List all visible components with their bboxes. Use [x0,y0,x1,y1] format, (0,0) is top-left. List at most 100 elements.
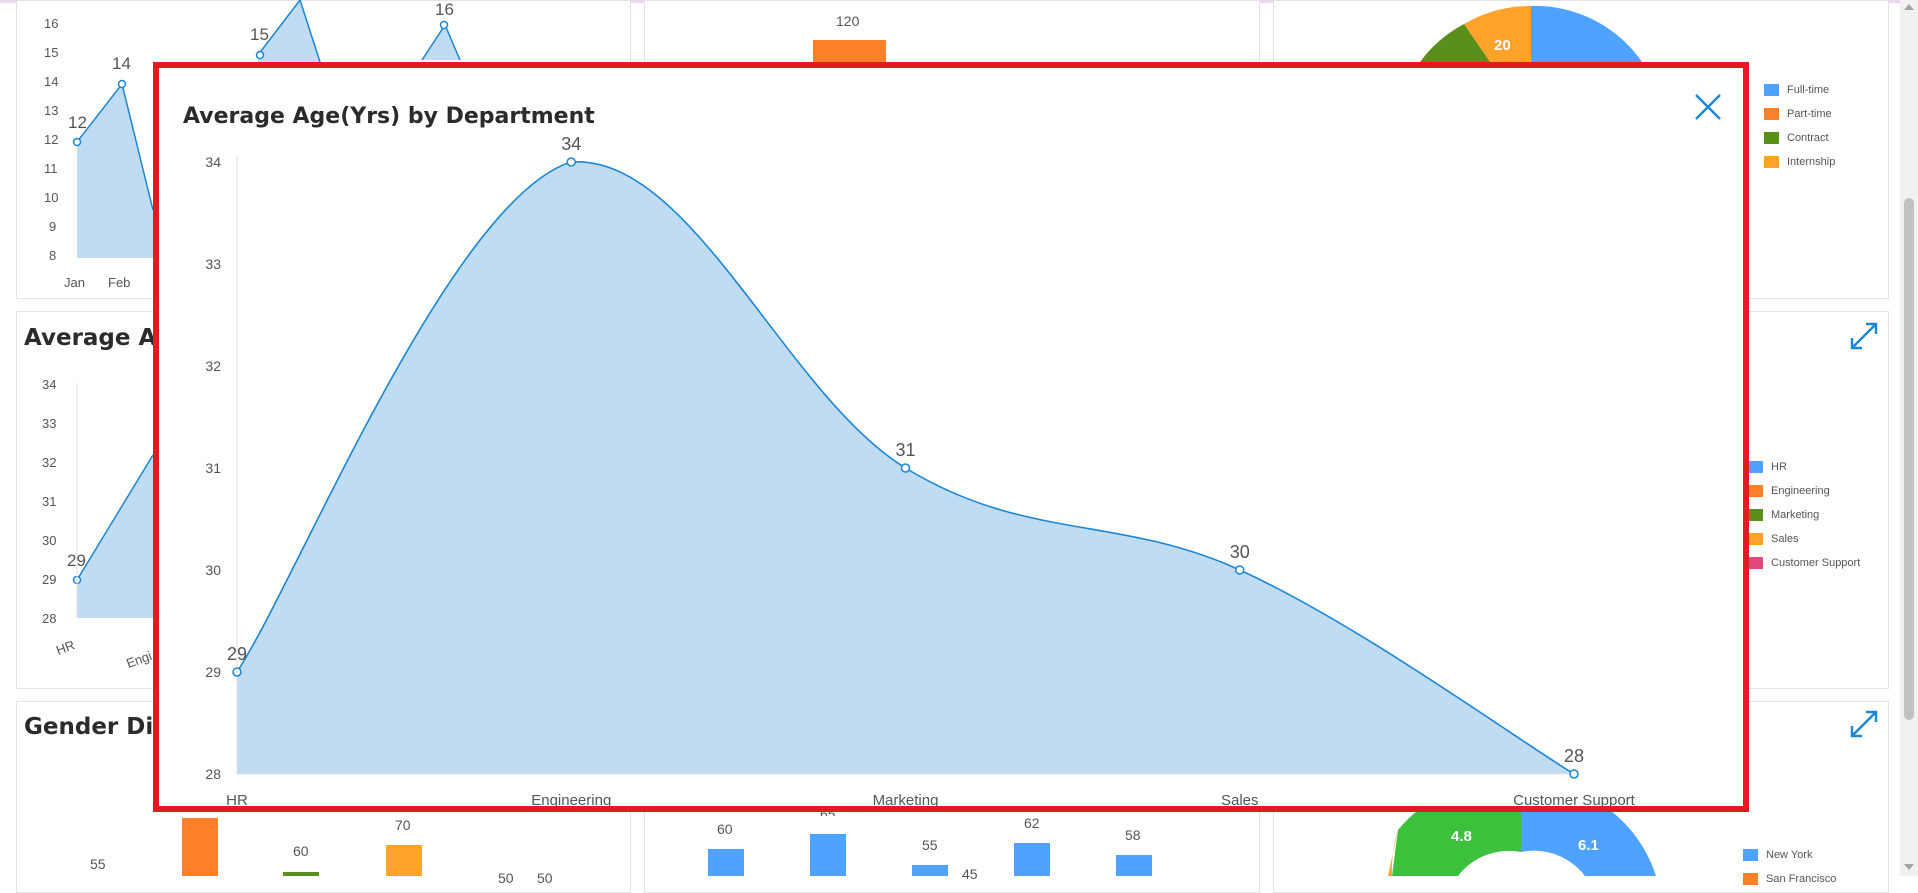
legend-label: Contract [1787,132,1829,144]
legend-swatch [1743,873,1758,885]
legend-swatch [1748,533,1763,545]
data-label: 28 [1564,746,1584,766]
legend-item: Internship [1764,150,1835,174]
data-point [1569,769,1579,779]
hires-y-tick: 9 [49,219,57,234]
dept-legend: HR Engineering Marketing Sales Customer … [1748,455,1860,575]
chart-modal: Average Age(Yrs) by Department 34 33 32 31 3… [153,62,1749,812]
gender-bar-label: 60 [293,843,309,859]
mid-bar-label: 55 [922,837,938,853]
scroll-down-arrow[interactable] [1904,864,1914,870]
legend-label: Engineering [1771,485,1830,497]
legend-label: Marketing [1771,509,1820,521]
y-tick-label: 33 [205,256,221,272]
legend-swatch [1764,156,1779,168]
legend-item: Marketing [1748,503,1860,527]
legend-label: HR [1771,461,1787,473]
legend-swatch [1748,509,1763,521]
location-slice-label: 6.1 [1578,837,1599,854]
hires-area [77,84,153,258]
legend-label: Sales [1771,533,1799,545]
mid-bar-label: 62 [1024,815,1040,831]
legend-swatch [1743,849,1758,861]
hires-x-label: Feb [108,275,131,290]
data-label: 29 [227,644,247,664]
legend-swatch [1748,557,1763,569]
hires-point-label: 14 [112,54,131,73]
gender-bar-label: 50 [537,870,553,886]
hires-y-tick: 13 [44,103,59,118]
legend-swatch [1748,485,1763,497]
legend-swatch [1748,461,1763,473]
mid-bar [708,849,744,876]
gender-bar-label: 50 [498,870,514,886]
data-label: 31 [895,440,915,460]
headcount-bar [813,40,886,62]
location-legend: New York San Francisco [1743,843,1836,891]
y-tick-label: 34 [205,154,221,170]
employment-legend: Full-time Part-time Contract Internship [1764,78,1835,174]
data-point [566,157,576,167]
hires-y-tick: 10 [44,190,59,205]
legend-item: HR [1748,455,1860,479]
legend-label: San Francisco [1766,873,1837,885]
hires-y-tick: 11 [44,161,58,176]
legend-item: Customer Support [1748,551,1860,575]
age-y-tick: 30 [42,533,57,548]
data-point [1235,565,1245,575]
legend-label: Full-time [1787,84,1830,96]
age-y-tick: 33 [42,416,57,431]
data-label: 34 [561,134,581,154]
hires-x-label: Jan [64,275,85,290]
x-tick-label: Engineering [531,792,611,806]
y-tick-label: 29 [205,664,221,680]
age-y-tick: 29 [42,572,57,587]
legend-item: Full-time [1764,78,1835,102]
gender-bar-label: 70 [395,817,411,833]
avg-age-chart: 34 33 32 31 30 29 28 HR Engineering Marketing Sale… [205,134,1636,806]
scroll-up-arrow[interactable] [1904,4,1914,10]
y-tick-label: 30 [205,562,221,578]
hires-point [255,50,265,60]
page-scrollbar[interactable] [1900,0,1918,876]
data-point [900,463,911,473]
hires-point-label: 15 [250,25,269,44]
gender-bar [386,845,422,876]
headcount-bar-label: 120 [836,13,860,29]
x-tick-label: Marketing [873,792,939,806]
gender-bar-label: 55 [90,856,106,872]
hires-y-tick: 16 [44,16,59,31]
location-slice-label: 4.8 [1451,828,1472,845]
age-y-tick: 31 [42,494,57,509]
age-y-tick: 28 [42,611,57,626]
mid-bar [1014,843,1050,876]
employment-slice-fulltime [1531,5,1642,63]
legend-item: New York [1743,843,1836,867]
legend-label: New York [1766,849,1813,861]
scrollbar-thumb[interactable] [1904,198,1914,720]
mid-bar-label: 45 [962,866,978,882]
hires-y-tick: 8 [49,248,57,263]
hires-y-tick: 14 [44,74,59,89]
x-tick-label: Customer Support [1513,792,1636,806]
mid-bar-label: 58 [1125,827,1141,843]
legend-label: Customer Support [1771,557,1861,569]
legend-item: Part-time [1764,102,1835,126]
legend-item: Engineering [1748,479,1860,503]
age-y-tick: 32 [42,455,57,470]
hires-point [439,20,449,30]
legend-item: Contract [1764,126,1835,150]
employment-slice-label: 20 [1494,37,1511,54]
gender-bar [182,818,218,876]
mid-bar [1116,855,1152,876]
legend-item: San Francisco [1743,867,1836,891]
mid-bar [912,865,948,876]
x-tick-label: HR [226,792,248,806]
data-point [232,667,242,677]
legend-label: Internship [1787,156,1836,168]
gender-bar [283,872,319,876]
age-point-label: 29 [67,551,86,570]
hires-y-tick: 12 [44,132,59,147]
hires-point-label: 16 [435,0,454,19]
legend-label: Part-time [1787,108,1832,120]
